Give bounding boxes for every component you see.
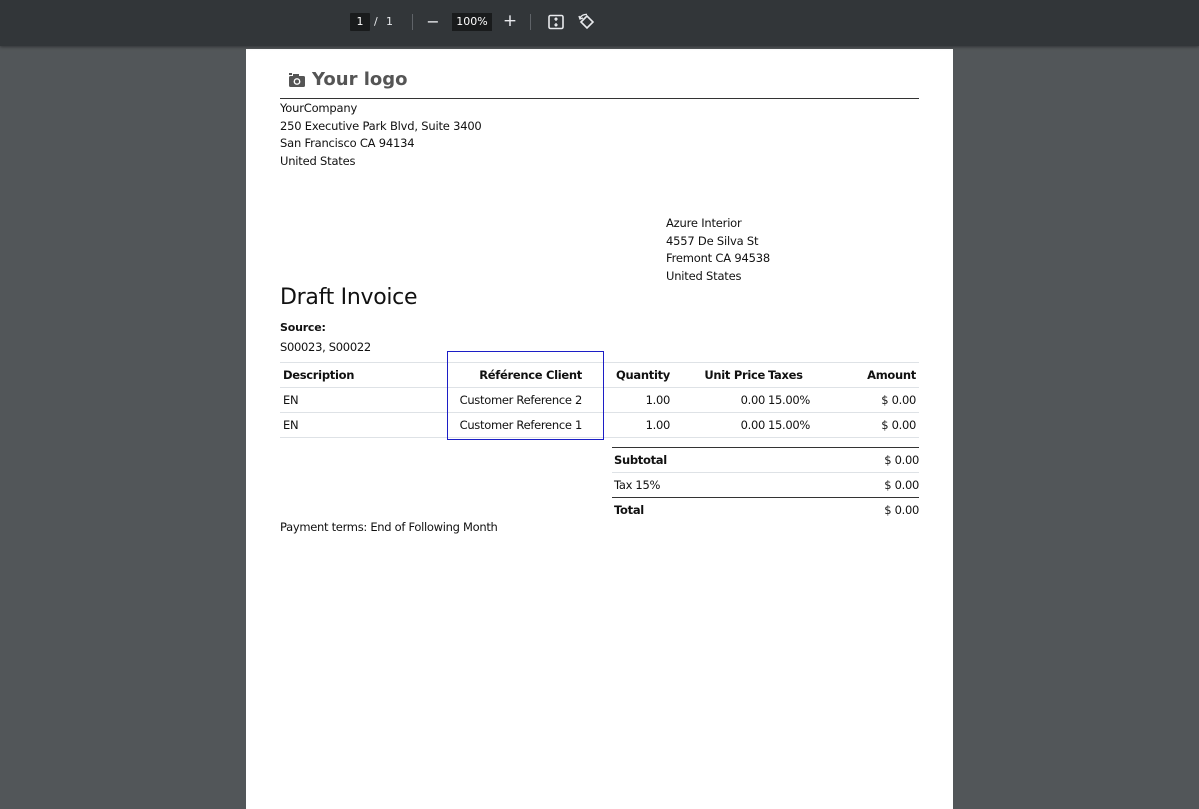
logo-text: Your logo xyxy=(312,69,408,90)
partner-city: Fremont CA 94538 xyxy=(666,251,770,266)
tax-value: $ 0.00 xyxy=(884,478,919,492)
line-description: EN xyxy=(283,418,299,432)
zoom-out-button[interactable]: − xyxy=(424,11,442,33)
line-taxes: 15.00% xyxy=(768,418,811,432)
header-amount: Amount xyxy=(867,368,916,382)
line-amount: $ 0.00 xyxy=(881,393,916,407)
line-quantity: 1.00 xyxy=(645,393,671,407)
header-quantity: Quantity xyxy=(616,368,670,382)
total-row: Total $ 0.00 xyxy=(612,498,919,522)
page-total: 1 xyxy=(386,15,393,28)
company-city: San Francisco CA 94134 xyxy=(280,136,415,151)
company-street: 250 Executive Park Blvd, Suite 3400 xyxy=(280,118,482,133)
header-description: Description xyxy=(283,368,355,382)
partner-name: Azure Interior xyxy=(666,216,742,230)
source-value: S00023, S00022 xyxy=(280,340,371,354)
toolbar-divider xyxy=(412,14,413,30)
tax-label: Tax 15% xyxy=(614,478,661,492)
total-value: $ 0.00 xyxy=(884,503,919,517)
line-unit-price: 0.00 xyxy=(740,418,766,432)
subtotal-label: Subtotal xyxy=(614,453,667,467)
tax-row: Tax 15% $ 0.00 xyxy=(612,473,919,498)
invoice-title: Draft Invoice xyxy=(280,285,418,310)
payment-terms: Payment terms: End of Following Month xyxy=(280,520,498,534)
partner-address: Azure Interior 4557 De Silva St Fremont … xyxy=(666,215,770,286)
line-description: EN xyxy=(283,393,299,407)
pdf-page: Your logo YourCompany 250 Executive Park… xyxy=(246,49,953,809)
company-name: YourCompany xyxy=(280,101,358,115)
pdf-toolbar: 1 / 1 − 100% + xyxy=(0,0,1199,46)
zoom-level-input[interactable]: 100% xyxy=(452,13,492,31)
company-country: United States xyxy=(280,154,356,169)
company-address: YourCompany 250 Executive Park Blvd, Sui… xyxy=(280,100,482,171)
page-separator: / xyxy=(374,15,378,28)
toolbar-divider xyxy=(530,14,531,30)
company-logo: Your logo xyxy=(288,69,408,90)
totals-table: Subtotal $ 0.00 Tax 15% $ 0.00 Total $ 0… xyxy=(612,447,919,522)
camera-icon xyxy=(289,72,305,87)
header-divider xyxy=(280,98,919,99)
line-quantity: 1.00 xyxy=(645,418,671,432)
line-unit-price: 0.00 xyxy=(740,393,766,407)
page-number-input[interactable]: 1 xyxy=(350,13,370,31)
total-label: Total xyxy=(614,503,644,517)
partner-country: United States xyxy=(666,269,742,284)
source-label: Source: xyxy=(280,321,326,334)
subtotal-row: Subtotal $ 0.00 xyxy=(612,447,919,473)
partner-street: 4557 De Silva St xyxy=(666,233,759,248)
fit-to-page-icon[interactable] xyxy=(548,14,564,30)
subtotal-value: $ 0.00 xyxy=(884,453,919,467)
rotate-icon[interactable] xyxy=(578,13,596,31)
line-taxes: 15.00% xyxy=(768,393,811,407)
reference-column-highlight xyxy=(447,351,604,440)
zoom-in-button[interactable]: + xyxy=(501,10,519,32)
header-taxes: Taxes xyxy=(768,368,803,382)
line-amount: $ 0.00 xyxy=(881,418,916,432)
header-unit-price: Unit Price xyxy=(704,368,765,382)
